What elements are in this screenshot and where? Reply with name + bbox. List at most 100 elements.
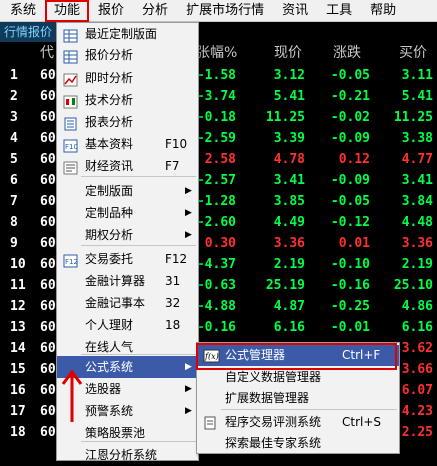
menu-item-trade-order[interactable]: F12 交易委托 F12 — [57, 248, 198, 270]
row-index: 8 — [10, 215, 18, 230]
price-cell: 3.12 — [273, 68, 305, 83]
menu-news[interactable]: 资讯 — [273, 0, 317, 22]
submenu-item-best-expert-system[interactable]: 探索最佳专家系统 — [197, 433, 399, 454]
menu-item-label: 选股器 — [85, 382, 122, 396]
change-cell: -0.21 — [330, 89, 370, 104]
menu-extended-market[interactable]: 扩展市场行情 — [177, 0, 273, 22]
menu-system[interactable]: 系统 — [0, 0, 45, 22]
row-index: 7 — [10, 194, 18, 209]
row-index: 6 — [10, 173, 18, 188]
menu-item-basic-info[interactable]: F10 基本资料 F10 — [57, 133, 198, 155]
menu-function[interactable]: 功能 — [45, 0, 90, 22]
header-change[interactable]: 涨跌 — [333, 42, 361, 64]
bid-cell: 4.23 — [401, 404, 433, 419]
menu-item-label: 交易委托 — [85, 252, 134, 266]
submenu-item-formula-manager[interactable]: f(x) 公式管理器 Ctrl+F — [197, 345, 399, 366]
row-index: 5 — [10, 152, 18, 167]
change-pct-cell: -2.59 — [196, 131, 236, 146]
row-index: 9 — [10, 236, 18, 251]
change-pct-cell: -0.16 — [196, 320, 236, 335]
tab-quotes[interactable]: 行情报价 — [0, 22, 57, 42]
stock-code: 60 — [40, 173, 56, 188]
menu-item-custom-variety[interactable]: 定制品种 ▶ — [57, 202, 198, 224]
menu-item-recent-layout[interactable]: 最近定制版面 — [57, 23, 198, 45]
menu-item-shortcut: 18 — [165, 318, 181, 332]
change-cell: -0.09 — [330, 173, 370, 188]
change-pct-cell: 2.58 — [204, 152, 236, 167]
header-bid[interactable]: 买价 — [399, 42, 427, 64]
submenu-item-custom-data-manager[interactable]: 自定义数据管理器 — [197, 367, 399, 388]
submenu-arrow-icon: ▶ — [185, 406, 192, 416]
bid-cell: 5.41 — [401, 89, 433, 104]
submenu-item-program-trade-eval[interactable]: 程序交易评测系统 Ctrl+S — [197, 412, 399, 433]
menu-item-label: 报表分析 — [85, 115, 134, 129]
menu-item-personal-finance[interactable]: 个人理财 18 — [57, 314, 198, 336]
table-icon — [63, 28, 78, 43]
table-icon — [63, 49, 78, 64]
menu-item-label: 技术分析 — [85, 93, 134, 107]
bid-cell: 3.36 — [401, 236, 433, 251]
header-change-pct[interactable]: 张幅% — [196, 42, 237, 64]
menu-item-label: 预警系统 — [85, 404, 134, 418]
bid-cell: 3.62 — [401, 341, 433, 356]
menu-help[interactable]: 帮助 — [361, 0, 405, 22]
submenu-item-shortcut: Ctrl+S — [342, 415, 382, 429]
menu-tools[interactable]: 工具 — [317, 0, 361, 22]
bid-cell: 2.25 — [401, 425, 433, 440]
change-cell: 0.01 — [338, 236, 370, 251]
change-cell: -0.25 — [330, 299, 370, 314]
menu-item-finance-news[interactable]: 财经资讯 F7 — [57, 155, 198, 177]
formula-icon: f(x) — [203, 349, 220, 363]
menu-item-label: 定制版面 — [85, 184, 134, 198]
stock-code: 60 — [40, 320, 56, 335]
menu-item-fin-notebook[interactable]: 金融记事本 32 — [57, 292, 198, 314]
menu-item-option-analysis[interactable]: 期权分析 ▶ — [57, 224, 198, 246]
menu-item-fin-calculator[interactable]: 金融计算器 31 — [57, 270, 198, 292]
bid-cell: 6.07 — [401, 383, 433, 398]
stock-code: 60 — [40, 362, 56, 377]
submenu-arrow-icon: ▶ — [185, 362, 192, 372]
menu-item-quote-analysis[interactable]: 报价分析 — [57, 44, 198, 66]
price-cell: 11.25 — [265, 110, 305, 125]
menu-item-shortcut: F7 — [165, 159, 180, 173]
header-code[interactable]: 代 — [40, 42, 54, 64]
change-pct-cell: -1.58 — [196, 68, 236, 83]
menu-item-label: 期权分析 — [85, 228, 134, 242]
change-pct-cell: -4.37 — [196, 257, 236, 272]
stock-code: 60 — [40, 299, 56, 314]
price-cell: 5.41 — [273, 89, 305, 104]
menu-item-report-analysis[interactable]: 报表分析 — [57, 111, 198, 133]
menu-item-shortcut: F12 — [165, 252, 188, 266]
price-cell: 3.39 — [273, 131, 305, 146]
stock-code: 60 — [40, 194, 56, 209]
header-price[interactable]: 现价 — [274, 42, 302, 64]
stock-code: 60 — [40, 89, 56, 104]
bid-cell: 6.16 — [401, 320, 433, 335]
menu-item-instant-analysis[interactable]: 即时分析 — [57, 67, 198, 89]
submenu-item-ext-data-manager[interactable]: 扩展数据管理器 — [197, 388, 399, 409]
submenu-item-label: 自定义数据管理器 — [225, 370, 322, 384]
menu-item-tech-analysis[interactable]: 技术分析 — [57, 89, 198, 111]
submenu-item-label: 公式管理器 — [225, 348, 286, 362]
menu-separator — [81, 245, 196, 246]
change-cell: -0.02 — [330, 110, 370, 125]
price-cell: 3.36 — [273, 236, 305, 251]
menu-item-label: 报价分析 — [85, 48, 134, 62]
menu-item-label: 个人理财 — [85, 318, 134, 332]
line-chart-icon — [63, 72, 78, 87]
menu-item-custom-layout[interactable]: 定制版面 ▶ — [57, 180, 198, 202]
f10-icon: F10 — [63, 138, 78, 153]
menu-analysis[interactable]: 分析 — [133, 0, 177, 22]
menu-item-label: 基本资料 — [85, 137, 134, 151]
stock-code: 60 — [40, 152, 56, 167]
menu-quote[interactable]: 报价 — [89, 0, 133, 22]
formula-submenu: f(x) 公式管理器 Ctrl+F 自定义数据管理器 扩展数据管理器 程序交易评测系统 Ct… — [196, 342, 400, 454]
price-cell: 6.16 — [273, 320, 305, 335]
price-cell: 4.78 — [273, 152, 305, 167]
menu-item-gann-analysis[interactable]: 江恩分析系统 — [57, 444, 198, 466]
submenu-item-label: 探索最佳专家系统 — [225, 436, 322, 450]
bid-cell: 3.41 — [401, 173, 433, 188]
row-index: 11 — [10, 278, 26, 293]
menu-item-shortcut: F10 — [165, 137, 188, 151]
stock-code: 60 — [40, 257, 56, 272]
